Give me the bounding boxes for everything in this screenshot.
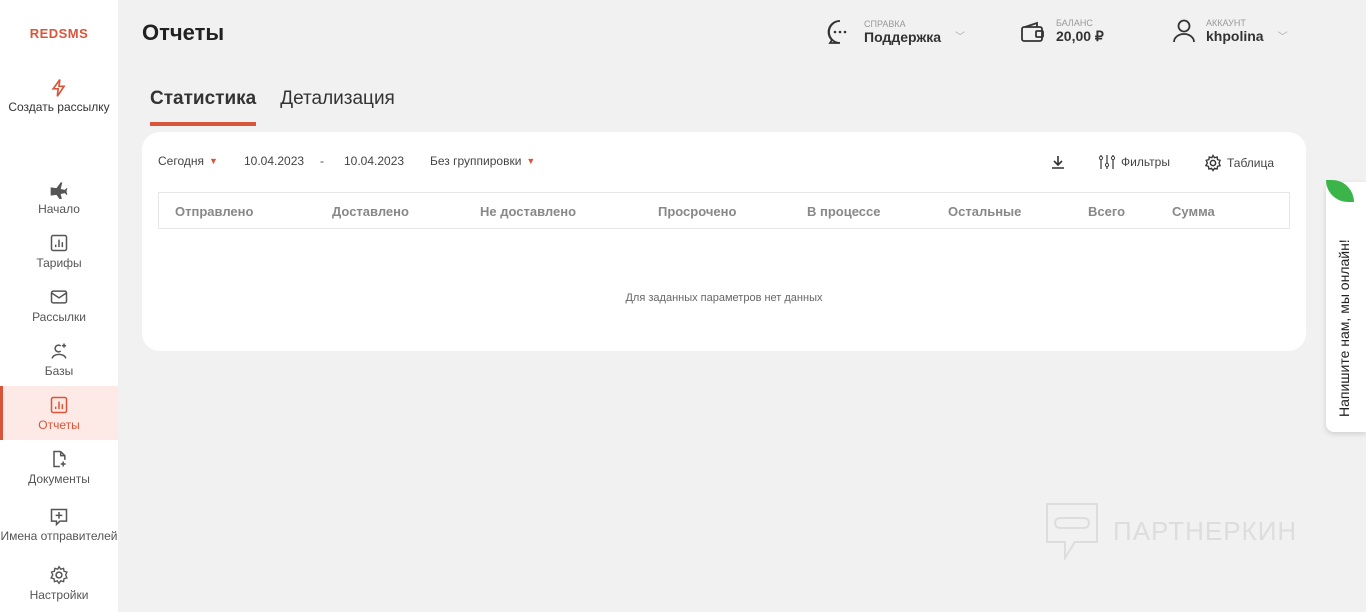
sidebar-item-label: Настройки	[29, 587, 89, 602]
support-menu[interactable]: Справка Поддержка ﹀	[826, 18, 965, 46]
column-header[interactable]: Не доставлено	[480, 204, 576, 219]
user-add-icon	[51, 343, 67, 359]
date-separator: -	[320, 154, 324, 168]
message-add-icon	[50, 508, 68, 527]
sidebar-item-0[interactable]: Начало	[0, 170, 118, 224]
table-label: Таблица	[1227, 156, 1275, 170]
account-value: khpolina	[1206, 28, 1264, 44]
mail-icon	[50, 289, 68, 304]
account-caption: Аккаунт	[1206, 18, 1246, 28]
chat-widget[interactable]: Напишите нам, мы онлайн!	[1326, 180, 1366, 432]
watermark-text: ПАРТНЕРКИН	[1113, 515, 1298, 546]
column-header[interactable]: В процессе	[807, 204, 880, 219]
tab-statistics[interactable]: Статистика	[150, 88, 257, 126]
column-header[interactable]: Всего	[1088, 204, 1125, 219]
chart-icon	[50, 234, 68, 251]
grouping-value: Без группировки	[430, 154, 522, 168]
chat-label: Напишите нам, мы онлайн!	[1336, 239, 1352, 417]
date-from-input[interactable]: 10.04.2023	[244, 154, 304, 168]
create-campaign-button[interactable]: Создать рассылку	[0, 78, 118, 114]
column-header[interactable]: Остальные	[948, 204, 1021, 219]
filters-button[interactable]: Фильтры	[1098, 154, 1170, 170]
wallet-icon	[1021, 21, 1044, 42]
chart-icon	[50, 396, 68, 413]
sidebar-item-4[interactable]: Отчеты	[0, 386, 118, 440]
column-header[interactable]: Доставлено	[332, 204, 409, 219]
download-button[interactable]	[1050, 154, 1066, 170]
account-menu[interactable]: Аккаунт khpolina ﹀	[1172, 18, 1288, 44]
plane-icon	[50, 181, 68, 199]
watermark-logo-icon	[1046, 503, 1098, 560]
sidebar-item-1[interactable]: Тарифы	[0, 224, 118, 278]
report-card: Сегодня ▼ 10.04.2023 - 10.04.2023 Без гру…	[142, 132, 1306, 351]
filters-label: Фильтры	[1121, 155, 1170, 169]
page-title: Отчеты	[142, 20, 225, 45]
support-caption: Справка	[864, 19, 906, 29]
caret-down-icon: ▼	[209, 156, 218, 166]
tab-details[interactable]: Детализация	[280, 88, 395, 126]
balance[interactable]: Баланс 20,00 ₽	[1020, 18, 1104, 45]
chat-bubble-icon	[827, 20, 847, 44]
column-header[interactable]: Сумма	[1172, 204, 1215, 219]
gear-icon	[1204, 154, 1222, 172]
column-header[interactable]: Отправлено	[175, 204, 253, 219]
balance-value: 20,00 ₽	[1056, 28, 1104, 44]
caret-down-icon: ▼	[526, 156, 536, 166]
download-icon	[1052, 156, 1064, 169]
sidebar-item-2[interactable]: Рассылки	[0, 278, 118, 332]
sidebar-item-label: Тарифы	[36, 255, 82, 270]
leaf-icon	[1326, 180, 1354, 202]
sidebar-item-label: Рассылки	[32, 309, 86, 324]
table-settings-button[interactable]: Таблица	[1204, 154, 1274, 172]
lightning-icon	[51, 79, 66, 97]
chevron-down-icon: ﹀	[955, 32, 966, 43]
empty-state: Для заданных параметров нет данных	[625, 292, 823, 304]
table-header: Отправлено Доставлено Не доставлено Просроч…	[158, 192, 1290, 229]
sidebar-item-7[interactable]: Настройки	[0, 556, 118, 610]
sidebar-item-label: Начало	[38, 201, 80, 216]
sidebar-item-label: Отчеты	[38, 417, 80, 432]
sidebar-item-3[interactable]: Базы	[0, 332, 118, 386]
create-label: Создать рассылку	[8, 100, 110, 114]
sidebar-item-label: Документы	[28, 471, 90, 486]
sidebar: REDSMS Создать рассылку Начало Тарифы Расс…	[0, 0, 118, 612]
sidebar-item-label: Имена отправителей	[0, 529, 118, 543]
sidebar-item-label: Базы	[44, 363, 74, 378]
period-select[interactable]: Сегодня ▼	[158, 154, 218, 168]
support-value: Поддержка	[864, 29, 942, 45]
period-value: Сегодня	[158, 154, 204, 168]
document-add-icon	[53, 450, 66, 467]
watermark: ПАРТНЕРКИН	[1045, 502, 1297, 560]
date-to-input[interactable]: 10.04.2023	[344, 154, 404, 168]
sliders-icon	[1098, 155, 1116, 169]
sidebar-item-6[interactable]: Имена отправителей	[0, 494, 118, 556]
grouping-select[interactable]: Без группировки ▼	[430, 154, 535, 168]
chevron-down-icon: ﹀	[1277, 32, 1288, 43]
sidebar-item-5[interactable]: Документы	[0, 440, 118, 494]
column-header[interactable]: Просрочено	[658, 204, 736, 219]
logo[interactable]: REDSMS	[0, 26, 118, 41]
user-icon	[1173, 19, 1195, 43]
gear-icon	[50, 564, 68, 585]
balance-caption: Баланс	[1056, 18, 1093, 28]
